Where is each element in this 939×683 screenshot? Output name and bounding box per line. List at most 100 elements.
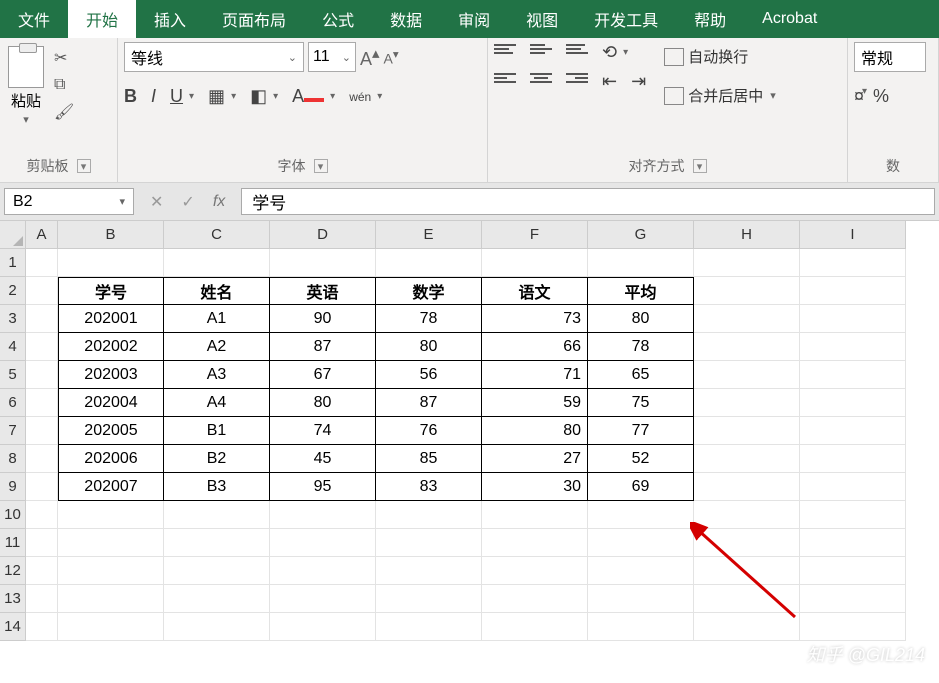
cell-F11[interactable]: [482, 529, 588, 557]
cell-C7[interactable]: B1: [164, 417, 270, 445]
cell-D2[interactable]: 英语: [270, 277, 376, 305]
clipboard-icon[interactable]: [8, 46, 44, 88]
cell-I7[interactable]: [800, 417, 906, 445]
border-button[interactable]: ▦: [208, 86, 225, 107]
chevron-down-icon[interactable]: ▾: [23, 113, 29, 126]
cell-H11[interactable]: [694, 529, 800, 557]
dialog-launcher-icon[interactable]: ▾: [693, 159, 707, 173]
cell-A4[interactable]: [26, 333, 58, 361]
row-header-13[interactable]: 13: [0, 585, 26, 613]
cancel-icon[interactable]: ✕: [150, 192, 163, 212]
cell-G4[interactable]: 78: [588, 333, 694, 361]
cut-icon[interactable]: ✂: [54, 48, 74, 68]
cell-F7[interactable]: 80: [482, 417, 588, 445]
cell-B12[interactable]: [58, 557, 164, 585]
cell-F12[interactable]: [482, 557, 588, 585]
cell-H13[interactable]: [694, 585, 800, 613]
ribbon-tab-4[interactable]: 公式: [304, 0, 372, 38]
cell-F1[interactable]: [482, 249, 588, 277]
cell-D4[interactable]: 87: [270, 333, 376, 361]
cell-G9[interactable]: 69: [588, 473, 694, 501]
cell-A7[interactable]: [26, 417, 58, 445]
name-box[interactable]: B2▾: [4, 188, 134, 215]
cell-E13[interactable]: [376, 585, 482, 613]
cell-I5[interactable]: [800, 361, 906, 389]
col-header-E[interactable]: E: [376, 221, 482, 249]
cell-F14[interactable]: [482, 613, 588, 641]
cell-H9[interactable]: [694, 473, 800, 501]
row-header-2[interactable]: 2: [0, 277, 26, 305]
cell-A2[interactable]: [26, 277, 58, 305]
decrease-font-icon[interactable]: A▾: [384, 47, 399, 67]
cell-H1[interactable]: [694, 249, 800, 277]
cell-G6[interactable]: 75: [588, 389, 694, 417]
cell-C5[interactable]: A3: [164, 361, 270, 389]
cell-E4[interactable]: 80: [376, 333, 482, 361]
paste-button-label[interactable]: 粘贴: [11, 90, 41, 111]
row-header-1[interactable]: 1: [0, 249, 26, 277]
cell-B5[interactable]: 202003: [58, 361, 164, 389]
cell-C13[interactable]: [164, 585, 270, 613]
ribbon-tab-5[interactable]: 数据: [372, 0, 440, 38]
cell-E6[interactable]: 87: [376, 389, 482, 417]
cell-I14[interactable]: [800, 613, 906, 641]
cell-A9[interactable]: [26, 473, 58, 501]
cell-D14[interactable]: [270, 613, 376, 641]
cell-F6[interactable]: 59: [482, 389, 588, 417]
cell-E10[interactable]: [376, 501, 482, 529]
row-header-12[interactable]: 12: [0, 557, 26, 585]
cell-B11[interactable]: [58, 529, 164, 557]
cell-E3[interactable]: 78: [376, 305, 482, 333]
cell-G3[interactable]: 80: [588, 305, 694, 333]
align-bottom-icon[interactable]: [566, 44, 588, 62]
cell-F3[interactable]: 73: [482, 305, 588, 333]
cell-C14[interactable]: [164, 613, 270, 641]
cell-E2[interactable]: 数学: [376, 277, 482, 305]
row-header-7[interactable]: 7: [0, 417, 26, 445]
ribbon-tab-9[interactable]: 帮助: [676, 0, 744, 38]
cell-E5[interactable]: 56: [376, 361, 482, 389]
col-header-B[interactable]: B: [58, 221, 164, 249]
cell-H5[interactable]: [694, 361, 800, 389]
fill-color-button[interactable]: ◧: [250, 86, 267, 107]
cell-I2[interactable]: [800, 277, 906, 305]
ribbon-tab-1[interactable]: 开始: [68, 0, 136, 38]
cell-I12[interactable]: [800, 557, 906, 585]
cell-D9[interactable]: 95: [270, 473, 376, 501]
wrap-text-button[interactable]: 自动换行: [662, 42, 778, 71]
cell-H10[interactable]: [694, 501, 800, 529]
cell-G5[interactable]: 65: [588, 361, 694, 389]
row-header-10[interactable]: 10: [0, 501, 26, 529]
cell-E11[interactable]: [376, 529, 482, 557]
row-header-5[interactable]: 5: [0, 361, 26, 389]
increase-indent-icon[interactable]: ⇥: [631, 71, 646, 92]
decrease-indent-icon[interactable]: ⇤: [602, 71, 617, 92]
cell-E12[interactable]: [376, 557, 482, 585]
cell-G10[interactable]: [588, 501, 694, 529]
fx-icon[interactable]: fx: [213, 193, 225, 211]
cell-D5[interactable]: 67: [270, 361, 376, 389]
cell-E9[interactable]: 83: [376, 473, 482, 501]
align-left-icon[interactable]: [494, 73, 516, 91]
cell-G8[interactable]: 52: [588, 445, 694, 473]
orientation-icon[interactable]: ⟲: [602, 42, 617, 63]
cell-A3[interactable]: [26, 305, 58, 333]
ribbon-tab-0[interactable]: 文件: [0, 0, 68, 38]
cell-B7[interactable]: 202005: [58, 417, 164, 445]
cell-G7[interactable]: 77: [588, 417, 694, 445]
cell-G11[interactable]: [588, 529, 694, 557]
cell-A8[interactable]: [26, 445, 58, 473]
cell-I6[interactable]: [800, 389, 906, 417]
cell-G13[interactable]: [588, 585, 694, 613]
cell-D1[interactable]: [270, 249, 376, 277]
cell-H3[interactable]: [694, 305, 800, 333]
cell-B9[interactable]: 202007: [58, 473, 164, 501]
cell-D6[interactable]: 80: [270, 389, 376, 417]
cell-C8[interactable]: B2: [164, 445, 270, 473]
cell-D11[interactable]: [270, 529, 376, 557]
cell-I4[interactable]: [800, 333, 906, 361]
dialog-launcher-icon[interactable]: ▾: [314, 159, 328, 173]
increase-font-icon[interactable]: A▴: [360, 44, 380, 70]
ribbon-tab-6[interactable]: 审阅: [440, 0, 508, 38]
col-header-F[interactable]: F: [482, 221, 588, 249]
